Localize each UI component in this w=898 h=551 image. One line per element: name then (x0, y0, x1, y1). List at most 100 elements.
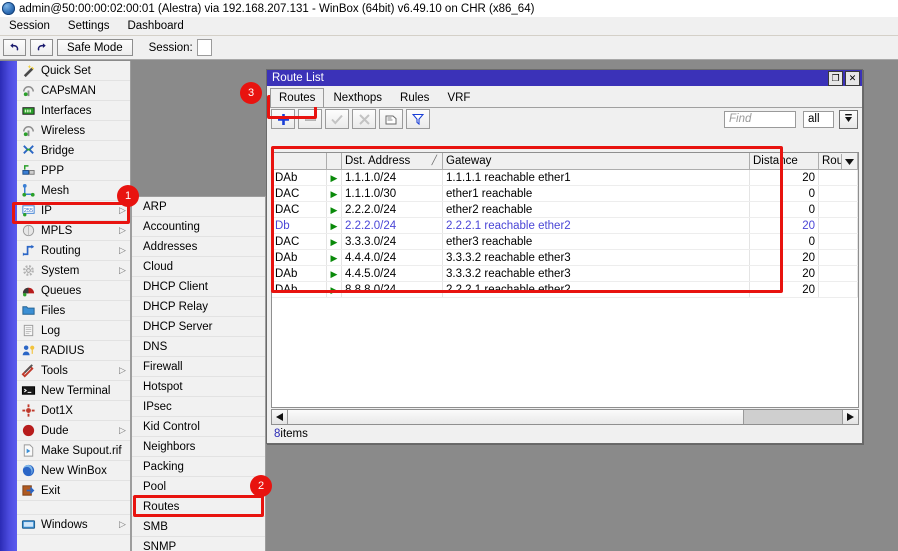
sidebar-item-new-winbox[interactable]: New WinBox (17, 461, 130, 481)
submenu-item-pool[interactable]: Pool (132, 477, 265, 497)
route-arrow-icon: ▶ (327, 282, 342, 298)
tab-routes[interactable]: Routes (270, 88, 324, 107)
route-arrow-glyph: ▶ (331, 173, 338, 183)
table-row[interactable]: DAC ▶ 3.3.3.0/24 ether3 reachable 0 (272, 234, 858, 250)
sidebar-item-dot1x[interactable]: Dot1X (17, 401, 130, 421)
funnel-icon (412, 113, 424, 125)
menu-item-session[interactable]: Session (0, 19, 59, 33)
session-input[interactable] (197, 39, 212, 56)
sidebar-item-new-terminal[interactable]: New Terminal (17, 381, 130, 401)
sidebar-item-ppp[interactable]: PPP (17, 161, 130, 181)
redo-button[interactable] (30, 39, 53, 56)
filter-dropdown-button[interactable] (839, 110, 858, 129)
submenu-item-dhcp-client[interactable]: DHCP Client (132, 277, 265, 297)
sidebar-item-capsman[interactable]: CAPsMAN (17, 81, 130, 101)
sidebar-item-label: Quick Set (41, 65, 130, 77)
cell-dst: 2.2.2.0/24 (342, 202, 443, 218)
submenu-item-kid-control[interactable]: Kid Control (132, 417, 265, 437)
cell-mark (819, 218, 858, 234)
sidebar-item-exit[interactable]: Exit (17, 481, 130, 501)
undo-button[interactable] (3, 39, 26, 56)
route-list-toolbar: Find all (267, 108, 862, 130)
sidebar-item-queues[interactable]: Queues (17, 281, 130, 301)
table-row[interactable]: DAb ▶ 8.8.8.0/24 2.2.2.1 reachable ether… (272, 282, 858, 298)
table-row[interactable]: DAC ▶ 2.2.2.0/24 ether2 reachable 0 (272, 202, 858, 218)
horizontal-scrollbar[interactable] (271, 409, 859, 425)
table-row[interactable]: Db ▶ 2.2.2.0/24 2.2.2.1 reachable ether2… (272, 218, 858, 234)
sidebar-item-tools[interactable]: Tools ▷ (17, 361, 130, 381)
table-row[interactable]: DAb ▶ 1.1.1.0/24 1.1.1.1 reachable ether… (272, 170, 858, 186)
sidebar-item-label: CAPsMAN (41, 85, 130, 97)
submenu-item-cloud[interactable]: Cloud (132, 257, 265, 277)
cell-mark (819, 250, 858, 266)
find-input[interactable]: Find (724, 111, 796, 128)
table-row[interactable]: DAb ▶ 4.4.4.0/24 3.3.3.2 reachable ether… (272, 250, 858, 266)
table-row[interactable]: DAC ▶ 1.1.1.0/30 ether1 reachable 0 (272, 186, 858, 202)
tab-nexthops[interactable]: Nexthops (324, 88, 391, 107)
submenu-item-ipsec[interactable]: IPsec (132, 397, 265, 417)
route-list-title-bar[interactable]: Route List ❐ ✕ (267, 70, 862, 86)
col-gateway[interactable]: Gateway (443, 153, 750, 170)
cell-flags: Db (272, 218, 327, 234)
tab-vrf[interactable]: VRF (438, 88, 479, 107)
sidebar-item-interfaces[interactable]: Interfaces (17, 101, 130, 121)
col-flags[interactable] (272, 153, 327, 170)
scroll-left-button[interactable] (272, 410, 288, 424)
sidebar-item-files[interactable]: Files (17, 301, 130, 321)
sidebar-item-system[interactable]: System ▷ (17, 261, 130, 281)
sidebar-item-mpls[interactable]: MPLS ▷ (17, 221, 130, 241)
sidebar-item-windows[interactable]: Windows ▷ (17, 515, 130, 535)
scrollbar-thumb[interactable] (288, 410, 744, 424)
safe-mode-button[interactable]: Safe Mode (57, 39, 133, 56)
sidebar-item-quick-set[interactable]: Quick Set (17, 61, 130, 81)
sidebar-item-dude[interactable]: Dude ▷ (17, 421, 130, 441)
submenu-item-arp[interactable]: ARP (132, 197, 265, 217)
col-dst-address[interactable]: Dst. Address ╱ (342, 153, 443, 170)
submenu-item-dns[interactable]: DNS (132, 337, 265, 357)
submenu-item-accounting[interactable]: Accounting (132, 217, 265, 237)
filter-button[interactable] (406, 109, 430, 129)
menu-item-dashboard[interactable]: Dashboard (118, 19, 192, 33)
route-arrow-glyph: ▶ (331, 189, 338, 199)
disable-route-button[interactable] (352, 109, 376, 129)
add-route-button[interactable] (271, 109, 295, 129)
sidebar-item-routing[interactable]: Routing ▷ (17, 241, 130, 261)
scroll-right-button[interactable] (842, 410, 858, 424)
sidebar-item-mesh[interactable]: Mesh (17, 181, 130, 201)
submenu-item-hotspot[interactable]: Hotspot (132, 377, 265, 397)
remove-route-button[interactable] (298, 109, 322, 129)
submenu-item-smb[interactable]: SMB (132, 517, 265, 537)
submenu-item-routes[interactable]: Routes (132, 497, 265, 517)
cell-flags: DAb (272, 282, 327, 298)
close-icon[interactable]: ✕ (845, 71, 860, 86)
cell-mark (819, 186, 858, 202)
submenu-item-dhcp-relay[interactable]: DHCP Relay (132, 297, 265, 317)
sidebar-item-make-supout[interactable]: Make Supout.rif (17, 441, 130, 461)
submenu-item-dhcp-server[interactable]: DHCP Server (132, 317, 265, 337)
sidebar-item-radius[interactable]: RADIUS (17, 341, 130, 361)
scrollbar-track[interactable] (744, 410, 842, 424)
tab-rules[interactable]: Rules (391, 88, 438, 107)
maximize-icon[interactable]: ❐ (828, 71, 843, 86)
column-chooser-button[interactable] (841, 154, 857, 169)
filter-scope-select[interactable]: all (803, 111, 834, 128)
comment-button[interactable] (379, 109, 403, 129)
sidebar-item-ip[interactable]: 255 IP ▷ (17, 201, 130, 221)
submenu-item-snmp[interactable]: SNMP (132, 537, 265, 551)
table-row[interactable]: DAb ▶ 4.4.5.0/24 3.3.3.2 reachable ether… (272, 266, 858, 282)
submenu-item-firewall[interactable]: Firewall (132, 357, 265, 377)
submenu-item-neighbors[interactable]: Neighbors (132, 437, 265, 457)
submenu-item-packing[interactable]: Packing (132, 457, 265, 477)
col-distance[interactable]: Distance (750, 153, 819, 170)
submenu-item-addresses[interactable]: Addresses (132, 237, 265, 257)
route-arrow-glyph: ▶ (331, 253, 338, 263)
sidebar-item-wireless[interactable]: Wireless (17, 121, 130, 141)
routes-table-container[interactable]: Dst. Address ╱ Gateway Distance Routing … (271, 152, 859, 408)
enable-route-button[interactable] (325, 109, 349, 129)
sidebar-item-label: Wireless (41, 125, 130, 137)
col-arrow[interactable] (327, 153, 342, 170)
route-arrow-icon: ▶ (327, 234, 342, 250)
sidebar-item-bridge[interactable]: Bridge (17, 141, 130, 161)
menu-item-settings[interactable]: Settings (59, 19, 119, 33)
sidebar-item-log[interactable]: Log (17, 321, 130, 341)
